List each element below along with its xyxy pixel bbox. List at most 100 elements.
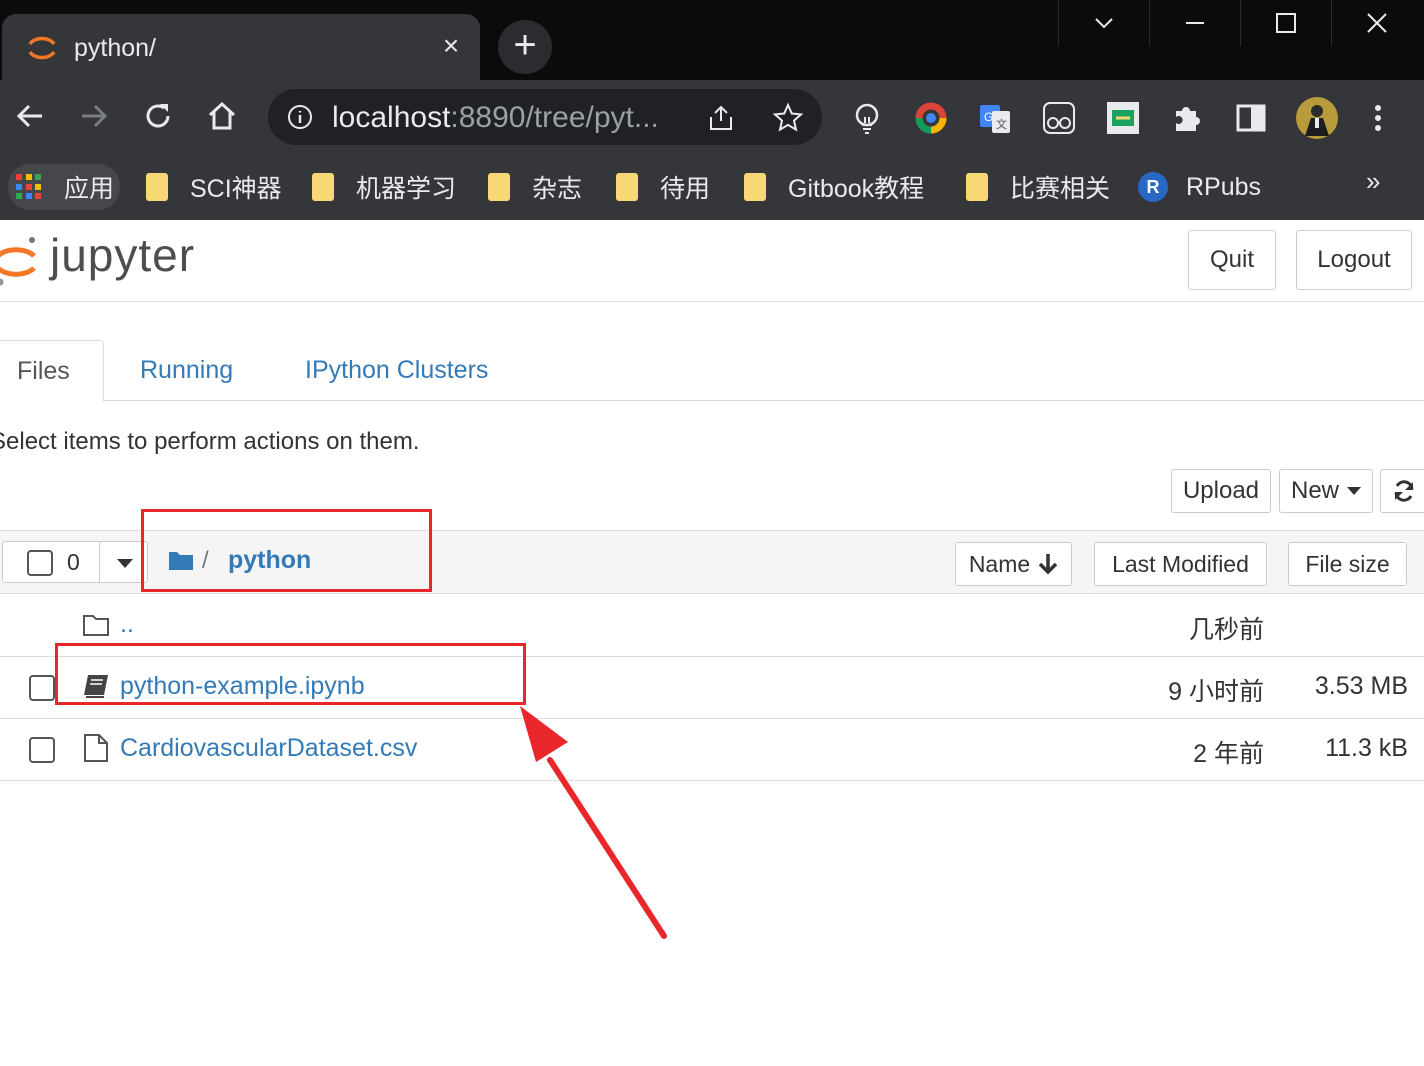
extension-translate-button[interactable]: G文 [977,100,1013,136]
share-icon[interactable] [706,103,736,133]
select-dropdown-icon[interactable] [117,559,133,568]
jupyter-favicon-icon [28,36,56,60]
annotation-box-breadcrumb [141,509,432,592]
file-modified: 2 年前 [1193,740,1264,768]
csv-file-link[interactable]: CardiovascularDataset.csv [120,734,417,763]
tab-running[interactable]: Running [140,340,233,401]
avatar-icon [1296,97,1338,139]
refresh-icon [1394,480,1414,502]
sort-by-modified-button[interactable]: Last Modified [1094,542,1267,586]
tab-search-button[interactable] [1058,0,1149,46]
annotation-box-notebook [55,643,526,705]
browser-toolbar: localhost:8890/tree/pyt... G文 [0,80,1424,154]
bookmark-apps-label: 应用 [64,175,115,203]
bookmarks-overflow-button[interactable]: » [1366,166,1380,197]
tab-files[interactable]: Files [0,340,104,402]
bookmark-label: 待用 [660,175,711,203]
url-text[interactable]: localhost:8890/tree/pyt... [332,101,659,135]
home-icon [208,101,236,130]
bookmark-folder-ml[interactable]: 机器学习 [312,164,456,210]
r-logo-icon: R [1138,172,1168,202]
jupyter-logo-text[interactable]: jupyter [50,228,195,282]
extensions-button[interactable] [1169,100,1205,136]
tab-title: python/ [74,34,157,62]
info-icon[interactable] [286,103,314,131]
maximize-icon [1276,13,1296,33]
list-item[interactable]: CardiovascularDataset.csv 2 年前 11.3 kB [0,719,1424,781]
bookmark-rpubs[interactable]: R RPubs [1138,164,1261,210]
extension-green-button[interactable] [1105,100,1141,136]
minimize-button[interactable] [1149,0,1240,46]
svg-text:文: 文 [996,117,1007,131]
folder-icon [744,173,766,201]
quit-button[interactable]: Quit [1188,230,1276,290]
folder-icon [312,173,334,201]
browser-chrome: python/ × + localhost:8890/tree/pyt... G… [0,0,1424,220]
forward-button[interactable] [76,98,112,134]
bookmark-folder-contest[interactable]: 比赛相关 [966,164,1110,210]
refresh-button[interactable] [1380,469,1424,513]
new-dropdown-button[interactable]: New [1279,469,1373,513]
extension-lightbulb-button[interactable] [849,100,885,136]
reload-button[interactable] [140,98,176,134]
puzzle-icon [1176,107,1200,131]
file-size: 11.3 kB [1325,734,1408,762]
extension-chrome-button[interactable] [913,100,949,136]
side-panel-button[interactable] [1233,100,1269,136]
bookmark-label: SCI神器 [190,175,282,203]
chevron-down-icon [1095,18,1113,29]
selection-hint: Select items to perform actions on them. [0,428,420,455]
extension-reader-button[interactable] [1041,100,1077,136]
bookmark-apps[interactable]: 应用 [8,164,120,210]
bookmark-label: RPubs [1186,172,1262,201]
bookmark-folder-journal[interactable]: 杂志 [488,164,582,210]
bookmark-folder-sci[interactable]: SCI神器 [146,164,282,210]
sort-by-size-button[interactable]: File size [1288,542,1407,586]
file-modified: 几秒前 [1188,616,1264,644]
bookmark-label: 机器学习 [356,175,457,203]
parent-folder-link[interactable]: .. [120,610,134,639]
folder-outline-icon [83,615,109,636]
logout-button[interactable]: Logout [1296,230,1412,290]
bookmark-label: Gitbook教程 [788,175,925,203]
close-window-button[interactable] [1331,0,1422,46]
jupyter-tabs: Files Running IPython Clusters [0,340,1424,402]
profile-avatar[interactable] [1295,96,1339,140]
bookmark-label: 比赛相关 [1010,175,1111,203]
star-icon[interactable] [772,102,804,134]
bookmark-label: 杂志 [532,175,583,203]
bookmark-folder-gitbook[interactable]: Gitbook教程 [744,164,924,210]
back-button[interactable] [12,98,48,134]
url-host: localhost [332,101,451,134]
new-tab-button[interactable]: + [498,20,552,74]
folder-icon [488,173,510,201]
arrow-down-icon [1038,554,1058,575]
arrow-left-icon [16,104,42,128]
title-bar: python/ × + [0,0,1424,80]
row-checkbox[interactable] [29,737,55,763]
select-all-checkbox[interactable] [27,550,53,576]
upload-button[interactable]: Upload [1171,469,1271,513]
new-button-label: New [1290,477,1339,504]
side-panel-icon [1236,104,1266,132]
bookmark-folder-pending[interactable]: 待用 [616,164,710,210]
file-modified: 9 小时前 [1168,678,1264,706]
caret-down-icon [1347,487,1361,495]
tab-ipython-clusters[interactable]: IPython Clusters [305,340,488,401]
jupyter-logo-icon [0,237,36,286]
selected-count: 0 [67,549,80,575]
row-checkbox[interactable] [29,675,55,701]
browser-menu-button[interactable] [1360,100,1396,136]
sort-by-name-button[interactable]: Name [955,542,1072,586]
home-button[interactable] [204,98,240,134]
file-size: 3.53 MB [1314,672,1408,700]
annotation-arrow [520,706,667,939]
url-path: :8890/tree/pyt... [450,101,659,134]
address-bar[interactable]: localhost:8890/tree/pyt... [268,89,822,145]
browser-tab[interactable]: python/ × [2,14,480,80]
bookmarks-bar: 应用 SCI神器 机器学习 杂志 待用 Gitbook教程 比赛相关 R RPu [0,154,1424,220]
maximize-button[interactable] [1240,0,1331,46]
translate-icon: G文 [980,105,1010,133]
tab-close-icon[interactable]: × [438,32,464,60]
file-icon [84,734,108,762]
